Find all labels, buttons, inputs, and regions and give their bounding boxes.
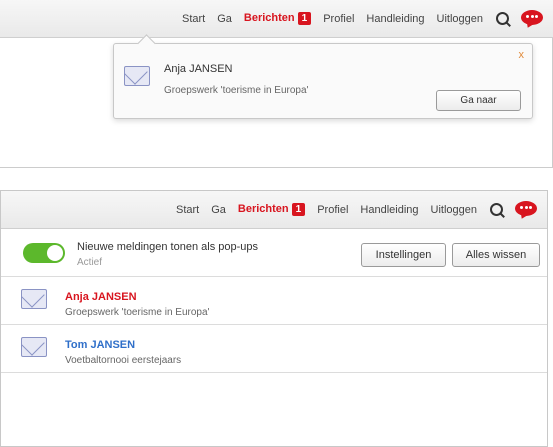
clear-all-button[interactable]: Alles wissen	[452, 243, 540, 267]
messages-panel-view: Start Ga Berichten 1 Profiel Handleiding …	[0, 190, 548, 447]
nav-ga[interactable]: Ga	[211, 204, 226, 216]
envelope-icon	[21, 289, 47, 309]
popup-toggle-label: Nieuwe meldingen tonen als pop-ups	[77, 241, 259, 253]
top-navbar: Start Ga Berichten 1 Profiel Handleiding …	[0, 0, 553, 38]
nav-start[interactable]: Start	[182, 13, 205, 25]
toast-subject: Groepswerk 'toerisme in Europa'	[164, 85, 309, 96]
nav-berichten[interactable]: Berichten 1	[243, 12, 312, 25]
nav-uitloggen[interactable]: Uitloggen	[437, 13, 483, 25]
chat-icon[interactable]	[515, 200, 537, 220]
message-subject: Voetbaltornooi eerstejaars	[65, 355, 182, 366]
toggle-knob	[47, 245, 63, 261]
close-icon[interactable]: x	[519, 49, 525, 61]
unread-badge: 1	[297, 12, 312, 25]
toast-sender: Anja JANSEN	[164, 63, 233, 75]
nav-uitloggen[interactable]: Uitloggen	[431, 204, 477, 216]
message-sender: Tom JANSEN	[65, 339, 136, 351]
envelope-icon	[124, 66, 150, 86]
settings-button[interactable]: Instellingen	[361, 243, 446, 267]
nav-berichten-label: Berichten	[237, 203, 289, 215]
goto-button[interactable]: Ga naar	[436, 90, 521, 111]
nav-berichten-label: Berichten	[243, 12, 295, 24]
message-sender: Anja JANSEN	[65, 291, 137, 303]
envelope-icon	[21, 337, 47, 357]
nav-start[interactable]: Start	[176, 204, 199, 216]
nav-handleiding[interactable]: Handleiding	[366, 13, 424, 25]
bottom-navbar: Start Ga Berichten 1 Profiel Handleiding …	[1, 191, 547, 229]
search-icon[interactable]	[489, 202, 505, 218]
search-icon[interactable]	[495, 11, 511, 27]
notification-popup-view: Start Ga Berichten 1 Profiel Handleiding …	[0, 0, 553, 168]
popup-toggle[interactable]	[23, 243, 65, 263]
message-item[interactable]: Tom JANSEN Voetbaltornooi eerstejaars	[1, 325, 547, 373]
popup-toggle-state: Actief	[77, 257, 103, 268]
nav-profiel[interactable]: Profiel	[323, 13, 354, 25]
notification-toast: x Anja JANSEN Groepswerk 'toerisme in Eu…	[113, 43, 533, 119]
nav-ga[interactable]: Ga	[217, 13, 232, 25]
unread-badge: 1	[291, 203, 306, 216]
message-item[interactable]: Anja JANSEN Groepswerk 'toerisme in Euro…	[1, 277, 547, 325]
nav-profiel[interactable]: Profiel	[317, 204, 348, 216]
chat-icon[interactable]	[521, 9, 543, 29]
nav-handleiding[interactable]: Handleiding	[360, 204, 418, 216]
nav-berichten[interactable]: Berichten 1	[237, 203, 306, 216]
message-subject: Groepswerk 'toerisme in Europa'	[65, 307, 210, 318]
